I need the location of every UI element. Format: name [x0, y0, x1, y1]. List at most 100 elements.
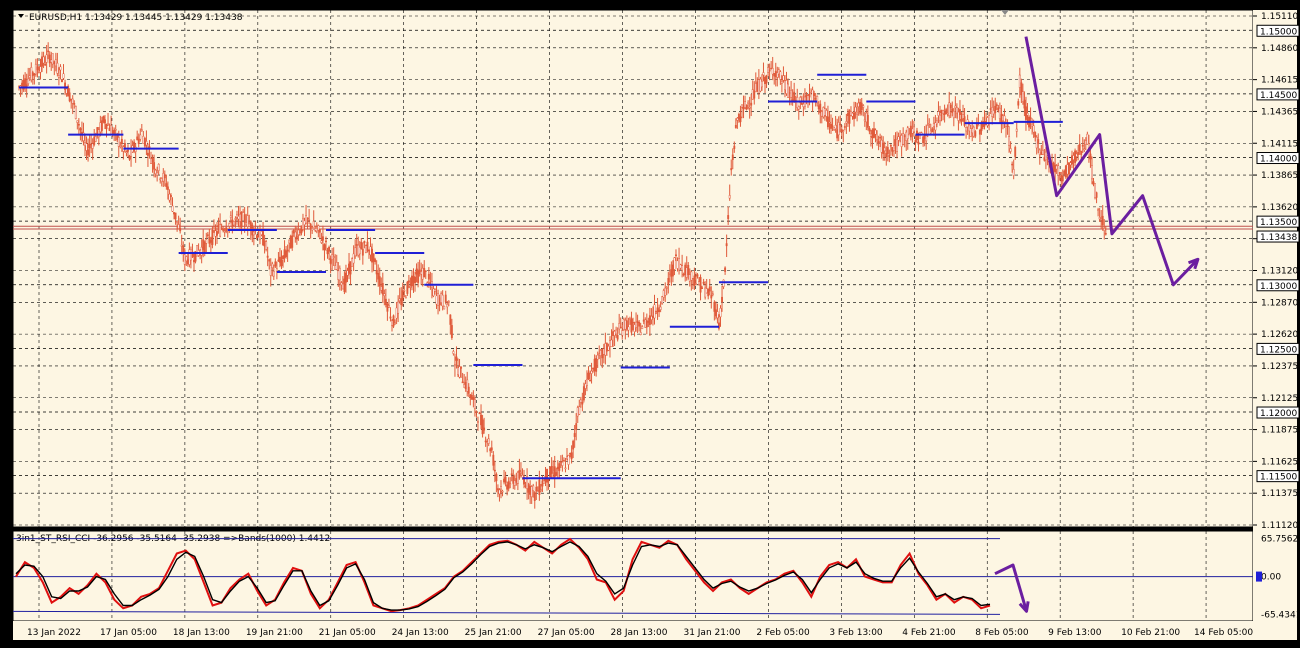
candle-body [96, 127, 99, 135]
candle-body [800, 102, 803, 105]
candle-body [411, 275, 413, 287]
candle-body [239, 213, 241, 222]
upper-band-label: 65.7562 [1261, 535, 1298, 545]
candle-body [401, 290, 404, 301]
candle-body [371, 248, 374, 263]
time-tick-label: 3 Feb 13:00 [829, 628, 883, 638]
zero-level-marker [1256, 571, 1262, 582]
candle-body [391, 320, 393, 326]
candle-body [625, 320, 628, 330]
candle-body [1100, 218, 1103, 221]
candle-body [725, 243, 728, 247]
candle-body [463, 384, 466, 388]
candle-body [209, 240, 212, 243]
symbol-header: EURUSD,H1 1.13429 1.13445 1.13429 1.1343… [29, 13, 243, 23]
candle-body [784, 80, 786, 91]
candle-body [797, 106, 800, 110]
candle-body [929, 130, 932, 134]
candle-body [202, 239, 205, 250]
candle-body [570, 452, 573, 460]
price-tick-label: 1.13120 [1261, 267, 1298, 277]
candle-body [737, 113, 740, 120]
candle-body [464, 381, 467, 390]
time-tick-label: 28 Jan 13:00 [611, 628, 668, 638]
candle-body [242, 211, 245, 214]
candle-body [404, 296, 407, 299]
candle-body [536, 490, 539, 492]
candle-body [417, 270, 420, 283]
candle-body [108, 127, 111, 131]
candle-body [765, 76, 768, 84]
candle-body [73, 103, 76, 105]
price-tick-label: 1.12375 [1261, 362, 1298, 372]
candle-body [724, 267, 727, 272]
candle-body [989, 108, 992, 110]
candle-body [252, 231, 255, 236]
candle-body [397, 301, 400, 314]
candle-body [414, 276, 416, 284]
candle-body [424, 270, 427, 272]
candle-body [113, 129, 116, 135]
candle-body [535, 486, 538, 492]
candle-body [865, 112, 868, 123]
candle-body [114, 128, 117, 131]
candle-body [458, 366, 461, 378]
chart-canvas[interactable]: 13 Jan 2022 17 Jan 05:00 18 Jan 13:00 19 Ja… [0, 0, 1300, 648]
candle-body [1040, 151, 1043, 155]
candle-body [698, 281, 700, 285]
candle-body [619, 326, 622, 329]
candle-body [793, 91, 796, 101]
candle-body [701, 287, 704, 289]
candle-body [1072, 155, 1075, 160]
candle-body [1018, 74, 1021, 88]
candle-body [652, 315, 654, 318]
candle-body [751, 89, 754, 100]
candle-body [1064, 165, 1067, 178]
candle-body [949, 104, 952, 109]
candle-body [47, 50, 50, 53]
chart-window: 13 Jan 2022 17 Jan 05:00 18 Jan 13:00 19 Ja… [0, 0, 1300, 648]
candle-body [260, 231, 263, 235]
candle-body [384, 298, 387, 305]
candle-body [622, 319, 625, 331]
candle-body [639, 332, 642, 336]
candle-body [289, 235, 292, 249]
candle-body [721, 296, 723, 303]
candle-body [33, 73, 36, 76]
candle-body [248, 222, 251, 224]
candle-body [550, 466, 553, 474]
candle-body [193, 259, 195, 263]
candle-body [30, 67, 33, 81]
candle-body [856, 112, 859, 115]
candle-body [228, 223, 231, 227]
candle-body [851, 113, 854, 117]
candle-body [954, 105, 957, 109]
candle-body [1009, 148, 1012, 152]
candle-body [828, 121, 831, 124]
candle-body [360, 241, 363, 249]
time-tick-label: 4 Feb 21:00 [902, 628, 956, 638]
candle-body [166, 186, 169, 190]
candle-body [670, 269, 673, 277]
candle-body [234, 218, 237, 220]
candle-body [308, 219, 311, 221]
candle-body [368, 249, 370, 252]
candle-body [182, 245, 185, 253]
candle-body [120, 138, 123, 145]
candle-body [962, 114, 964, 119]
candle-body [665, 287, 668, 289]
candle-body [418, 269, 421, 274]
candle-body [873, 128, 875, 138]
candle-body [495, 473, 498, 482]
candle-body [912, 126, 915, 133]
candle-body [771, 68, 774, 75]
candle-body [823, 108, 826, 116]
candle-body [274, 261, 277, 267]
candle-body [375, 270, 378, 275]
candle-body [185, 256, 188, 262]
candle-body [374, 259, 377, 263]
time-tick-label: 17 Jan 05:00 [100, 628, 157, 638]
round-level-label: 1.13500 [1260, 218, 1297, 228]
price-tick-label: 1.12125 [1261, 394, 1298, 404]
candle-body [328, 246, 331, 252]
